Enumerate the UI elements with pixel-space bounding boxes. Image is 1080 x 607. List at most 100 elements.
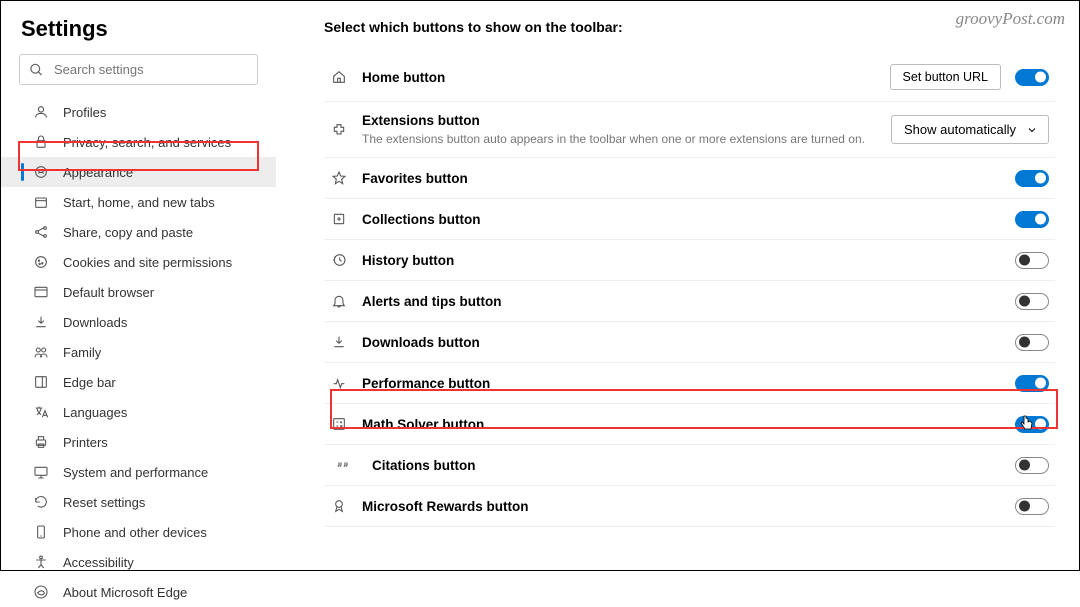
toggle-alerts-and-tips-button[interactable]: [1015, 293, 1049, 310]
sidebar-item-reset-settings[interactable]: Reset settings: [1, 487, 276, 517]
search-input[interactable]: [19, 54, 258, 85]
row-label: Math Solver button: [362, 417, 1001, 432]
row-description: The extensions button auto appears in th…: [362, 132, 877, 146]
row-body: Alerts and tips button: [362, 294, 1001, 309]
download-icon: [330, 333, 348, 351]
cookies-icon: [33, 254, 49, 270]
sidebar-item-default-browser[interactable]: Default browser: [1, 277, 276, 307]
toggle-knob: [1019, 460, 1030, 471]
nav-label: About Microsoft Edge: [63, 585, 187, 600]
toggle-knob: [1019, 501, 1030, 512]
extension-icon: [330, 121, 348, 139]
toolbar-row-collections-button: Collections button: [324, 199, 1055, 240]
toggle-downloads-button[interactable]: [1015, 334, 1049, 351]
nav-label: Privacy, search, and services: [63, 135, 231, 150]
toggle-math-solver-button[interactable]: [1015, 416, 1049, 433]
toolbar-row-microsoft-rewards-button: Microsoft Rewards button: [324, 486, 1055, 527]
toolbar-row-favorites-button: Favorites button: [324, 158, 1055, 199]
toggle-history-button[interactable]: [1015, 252, 1049, 269]
row-label: Alerts and tips button: [362, 294, 1001, 309]
sidebar-item-system-and-performance[interactable]: System and performance: [1, 457, 276, 487]
settings-sidebar: Settings Profiles Privacy, search, and se…: [1, 1, 276, 570]
dropdown-label: Show automatically: [904, 122, 1016, 137]
row-body: Collections button: [362, 212, 1001, 227]
extensions-dropdown[interactable]: Show automatically: [891, 115, 1049, 144]
nav-label: Languages: [63, 405, 127, 420]
appearance-icon: [33, 164, 49, 180]
row-label: Home button: [362, 70, 876, 85]
toggle-knob: [1035, 378, 1046, 389]
toggle-knob: [1035, 72, 1046, 83]
row-body: Extensions button The extensions button a…: [362, 113, 877, 146]
rewards-icon: [330, 497, 348, 515]
row-label: Collections button: [362, 212, 1001, 227]
toggle-collections-button[interactable]: [1015, 211, 1049, 228]
toggle-knob: [1019, 296, 1030, 307]
printer-icon: [33, 434, 49, 450]
main-content: Select which buttons to show on the tool…: [276, 1, 1079, 570]
reset-icon: [33, 494, 49, 510]
sidebar-item-languages[interactable]: Languages: [1, 397, 276, 427]
row-body: Microsoft Rewards button: [362, 499, 1001, 514]
sidebar-item-share-copy-and-paste[interactable]: Share, copy and paste: [1, 217, 276, 247]
toolbar-row-home-button: Home button Set button URL: [324, 53, 1055, 102]
sidebar-item-downloads[interactable]: Downloads: [1, 307, 276, 337]
home-icon: [330, 68, 348, 86]
math-icon: [330, 415, 348, 433]
chevron-down-icon: [1026, 124, 1038, 136]
toolbar-row-extensions-button: Extensions button The extensions button a…: [324, 102, 1055, 158]
nav-label: Reset settings: [63, 495, 145, 510]
nav-label: Profiles: [63, 105, 106, 120]
phone-icon: [33, 524, 49, 540]
nav-label: Appearance: [63, 165, 133, 180]
toggle-microsoft-rewards-button[interactable]: [1015, 498, 1049, 515]
sidebar-item-family[interactable]: Family: [1, 337, 276, 367]
row-body: Home button: [362, 70, 876, 85]
nav-label: Phone and other devices: [63, 525, 207, 540]
page-title: Settings: [1, 11, 276, 54]
row-body: Performance button: [362, 376, 1001, 391]
toggle-knob: [1035, 173, 1046, 184]
toolbar-row-downloads-button: Downloads button: [324, 322, 1055, 363]
row-label: Citations button: [366, 458, 1001, 473]
sidebar-item-appearance[interactable]: Appearance: [1, 157, 276, 187]
toggle-favorites-button[interactable]: [1015, 170, 1049, 187]
toggle-citations-button[interactable]: [1015, 457, 1049, 474]
sidebar-item-printers[interactable]: Printers: [1, 427, 276, 457]
family-icon: [33, 344, 49, 360]
sidebar-item-privacy-search-and-services[interactable]: Privacy, search, and services: [1, 127, 276, 157]
toggle-home-button[interactable]: [1015, 69, 1049, 86]
profile-icon: [33, 104, 49, 120]
row-body: Math Solver button: [362, 417, 1001, 432]
lock-icon: [33, 134, 49, 150]
row-body: Citations button: [366, 458, 1001, 473]
toggle-performance-button[interactable]: [1015, 375, 1049, 392]
collections-icon: [330, 210, 348, 228]
sidebar-item-about-microsoft-edge[interactable]: About Microsoft Edge: [1, 577, 276, 607]
nav-label: Default browser: [63, 285, 154, 300]
sidebar-item-cookies-and-site-permissions[interactable]: Cookies and site permissions: [1, 247, 276, 277]
star-icon: [330, 169, 348, 187]
sidebar-item-edge-bar[interactable]: Edge bar: [1, 367, 276, 397]
language-icon: [33, 404, 49, 420]
tabs-icon: [33, 194, 49, 210]
sidebar-item-start-home-and-new-tabs[interactable]: Start, home, and new tabs: [1, 187, 276, 217]
set-button-url-button[interactable]: Set button URL: [890, 64, 1001, 90]
nav-label: Start, home, and new tabs: [63, 195, 215, 210]
row-label: Downloads button: [362, 335, 1001, 350]
search-container: [19, 54, 258, 85]
sidebar-item-profiles[interactable]: Profiles: [1, 97, 276, 127]
share-icon: [33, 224, 49, 240]
sidebar-item-phone-and-other-devices[interactable]: Phone and other devices: [1, 517, 276, 547]
system-icon: [33, 464, 49, 480]
nav-label: System and performance: [63, 465, 208, 480]
nav-label: Family: [63, 345, 101, 360]
sidebar-item-accessibility[interactable]: Accessibility: [1, 547, 276, 577]
row-label: Extensions button: [362, 113, 877, 128]
bell-icon: [330, 292, 348, 310]
nav-label: Accessibility: [63, 555, 134, 570]
row-label: History button: [362, 253, 1001, 268]
quote-icon: [334, 456, 352, 474]
toolbar-row-citations-button: Citations button: [324, 445, 1055, 486]
row-body: History button: [362, 253, 1001, 268]
